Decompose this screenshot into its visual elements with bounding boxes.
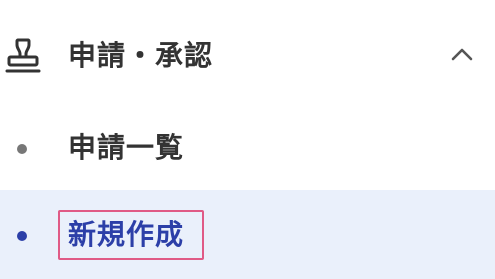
sidebar-nav-section: 申請・承認 申請一覧 新規作成 [0,0,495,279]
section-title: 申請・承認 [68,39,214,72]
section-header-approval[interactable]: 申請・承認 [0,0,495,110]
nav-item-new-application[interactable]: 新規作成 [0,190,495,279]
stamp-icon [5,38,41,73]
bullet-icon [17,144,27,154]
chevron-up-icon[interactable] [450,46,474,62]
bullet-icon [17,231,27,241]
nav-item-label[interactable]: 新規作成 [68,217,184,253]
nav-item-application-list[interactable]: 申請一覧 [0,110,495,190]
nav-item-label: 申請一覧 [68,131,185,164]
